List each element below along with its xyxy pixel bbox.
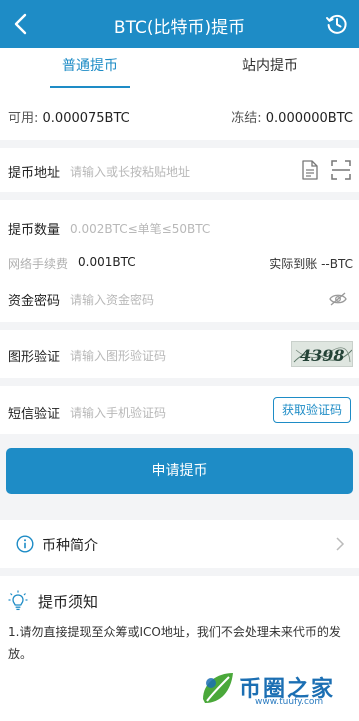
chevron-right-icon — [336, 537, 345, 551]
page-title: BTC(比特币)提币 — [113, 18, 246, 38]
amount-label: 提币数量 — [8, 223, 61, 238]
sms-label: 短信验证 — [8, 407, 61, 422]
fee-row: 网络手续费 0.001BTC 实际到账 --BTC — [0, 250, 359, 276]
info-icon — [16, 535, 34, 553]
site-watermark: 币圈之家 www.tuufy.com — [197, 669, 347, 711]
captcha-label: 图形验证 — [8, 350, 61, 365]
fee-value: 0.001BTC — [78, 255, 136, 269]
withdraw-notice: 提币须知 1.请勿直接提现至众筹或ICO地址，我们不会处理未来代币的发放。 币圈… — [0, 576, 359, 721]
captcha-image[interactable]: 4398 — [291, 341, 353, 367]
password-label: 资金密码 — [8, 294, 61, 309]
notice-text: 1.请勿直接提现至众筹或ICO地址，我们不会处理未来代币的发放。 — [8, 625, 341, 661]
fee-label: 网络手续费 — [8, 257, 69, 271]
watermark-url: www.tuufy.com — [255, 697, 324, 707]
available-label: 可用: — [8, 111, 43, 126]
captcha-input[interactable]: 请输入图形验证码 — [70, 347, 166, 364]
notice-title: 提币须知 — [38, 593, 99, 611]
tab-bar: 普通提币 站内提币 — [0, 48, 359, 88]
watermark-logo — [203, 673, 233, 703]
tab-internal-withdraw[interactable]: 站内提币 — [180, 48, 359, 88]
tab-normal-withdraw[interactable]: 普通提币 — [0, 48, 180, 88]
balance-bar: 可用: 0.000075BTC 冻结: 0.000000BTC — [0, 88, 359, 140]
captcha-row: 图形验证 请输入图形验证码 4398 — [0, 330, 359, 378]
address-row: 提币地址 请输入或长按粘贴地址 — [0, 148, 359, 192]
tab-label: 站内提币 — [242, 58, 298, 74]
eye-hidden-icon[interactable] — [329, 292, 347, 306]
coin-intro-label: 币种简介 — [42, 538, 98, 554]
password-row: 资金密码 请输入资金密码 — [0, 276, 359, 322]
submit-withdraw-button[interactable]: 申请提币 — [6, 448, 353, 494]
captcha-noise: 4398 — [293, 346, 352, 365]
frozen-balance: 冻结: 0.000000BTC — [231, 107, 353, 126]
amount-input[interactable]: 0.002BTC≤单笔≤50BTC — [70, 220, 210, 237]
tab-label: 普通提币 — [62, 58, 118, 74]
arrival-value: --BTC — [321, 257, 353, 271]
available-balance: 可用: 0.000075BTC — [8, 107, 130, 126]
sms-row: 短信验证 请输入手机验证码 获取验证码 — [0, 386, 359, 434]
scan-qr-icon[interactable] — [331, 160, 351, 180]
sms-input[interactable]: 请输入手机验证码 — [70, 404, 166, 421]
clock-history-icon[interactable] — [325, 12, 349, 36]
captcha-text: 4398 — [300, 346, 345, 365]
address-input[interactable]: 请输入或长按粘贴地址 — [70, 163, 190, 180]
frozen-value: 0.000000BTC — [265, 111, 353, 126]
arrival-label: 实际到账 — [269, 257, 318, 271]
get-code-button[interactable]: 获取验证码 — [273, 397, 351, 423]
actual-arrival: 实际到账 --BTC — [269, 255, 353, 272]
password-input[interactable]: 请输入资金密码 — [70, 291, 154, 308]
amount-row: 提币数量 0.002BTC≤单笔≤50BTC — [0, 200, 359, 250]
paste-document-icon[interactable] — [301, 160, 319, 180]
lightbulb-icon — [8, 590, 28, 611]
app-header: BTC(比特币)提币 — [0, 0, 359, 48]
address-label: 提币地址 — [8, 166, 61, 181]
available-value: 0.000075BTC — [42, 111, 130, 126]
coin-intro-row[interactable]: 币种简介 — [0, 520, 359, 568]
frozen-label: 冻结: — [231, 111, 266, 126]
